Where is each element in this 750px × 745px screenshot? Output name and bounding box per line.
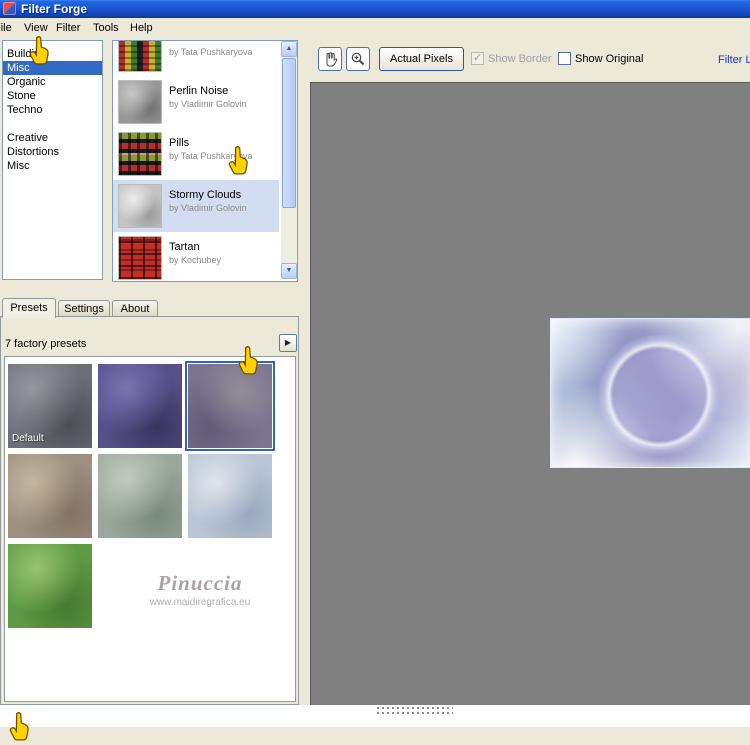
- window-title: Filter Forge: [21, 2, 88, 16]
- actual-pixels-button[interactable]: Actual Pixels: [379, 47, 464, 71]
- category-organic[interactable]: Organic: [3, 75, 102, 89]
- category-misc-2[interactable]: Misc: [3, 159, 102, 173]
- preset-default-label: Default: [12, 433, 44, 444]
- show-original-label: Show Original: [575, 53, 644, 65]
- zoom-tool-button[interactable]: [346, 47, 370, 71]
- hand-tool-button[interactable]: [318, 47, 342, 71]
- magnifier-plus-icon: [351, 52, 365, 66]
- filter-name: Tartan: [169, 241, 200, 253]
- filter-list-scrollbar[interactable]: ▲ ▼: [281, 41, 297, 279]
- filter-author: by Tata Pushkaryova: [169, 47, 253, 57]
- category-group-gap: [3, 117, 102, 131]
- category-stone[interactable]: Stone: [3, 89, 102, 103]
- filter-author: by Vladimir Golovin: [169, 203, 247, 213]
- watermark-name: Pinuccia: [157, 571, 243, 595]
- title-bar[interactable]: Filter Forge: [0, 0, 750, 18]
- presets-next-arrow-button[interactable]: ▶: [279, 334, 297, 352]
- filter-thumbnail-perlin-noise: [118, 80, 162, 124]
- scroll-up-icon[interactable]: ▲: [281, 41, 297, 57]
- filter-thumbnail-stormy-clouds: [118, 184, 162, 228]
- filter-row-tartan[interactable]: Tartan by Kochubey: [113, 232, 279, 281]
- tab-presets[interactable]: Presets: [2, 298, 56, 318]
- filter-name: Perlin Noise: [169, 85, 229, 97]
- scroll-down-icon[interactable]: ▼: [281, 263, 297, 279]
- show-border-label: Show Border: [488, 53, 552, 65]
- filter-row-clipped[interactable]: by Tata Pushkaryova: [113, 41, 279, 76]
- filter-thumbnail-mosaic: [118, 41, 162, 72]
- menu-help[interactable]: Help: [127, 21, 156, 35]
- filter-row-perlin-noise[interactable]: Perlin Noise by Vladimir Golovin: [113, 76, 279, 128]
- category-list: Building Misc Organic Stone Techno Creat…: [2, 40, 103, 280]
- filter-row-pills[interactable]: Pills by Tata Pushkaryova: [113, 128, 279, 180]
- preset-tile-5[interactable]: [98, 454, 182, 538]
- app-icon: [3, 2, 16, 15]
- bottom-strip: [0, 705, 750, 727]
- show-original-checkbox[interactable]: [558, 52, 571, 65]
- grip-dots: [377, 707, 453, 714]
- preview-canvas[interactable]: [310, 82, 750, 705]
- category-distortions[interactable]: Distortions: [3, 145, 102, 159]
- presets-count-label: 7 factory presets: [5, 338, 87, 350]
- tab-settings[interactable]: Settings: [58, 300, 110, 317]
- preset-tile-7[interactable]: [8, 544, 92, 628]
- category-misc-selected[interactable]: Misc: [3, 61, 102, 75]
- preset-tile-3-selected[interactable]: [188, 364, 272, 448]
- preview-image[interactable]: [550, 318, 750, 468]
- filter-author: by Kochubey: [169, 255, 222, 265]
- tab-about[interactable]: About: [112, 300, 158, 317]
- preset-tile-4[interactable]: [8, 454, 92, 538]
- filter-row-stormy-clouds[interactable]: Stormy Clouds by Vladimir Golovin: [113, 180, 279, 232]
- filter-forge-window: { "window": { "title": "Filter Forge" },…: [0, 0, 750, 741]
- category-creative[interactable]: Creative: [3, 131, 102, 145]
- category-techno[interactable]: Techno: [3, 103, 102, 117]
- filter-author: by Tata Pushkaryova: [169, 151, 253, 161]
- filter-library-link[interactable]: Filter Li: [718, 54, 750, 66]
- filter-thumbnail-tartan: [118, 236, 162, 280]
- presets-panel: 7 factory presets ▶ Default Pinuccia www…: [0, 316, 299, 705]
- category-building[interactable]: Building: [3, 47, 102, 61]
- preset-tile-6[interactable]: [188, 454, 272, 538]
- menu-bar: File View Filter Tools Help: [0, 18, 750, 38]
- menu-tools[interactable]: Tools: [90, 21, 122, 35]
- menu-view[interactable]: View: [21, 21, 51, 35]
- filter-author: by Vladimir Golovin: [169, 99, 247, 109]
- filter-thumbnail-pills: [118, 132, 162, 176]
- watermark-url: www.maidiregrafica.eu: [149, 597, 251, 608]
- hand-icon: [326, 52, 338, 67]
- filter-list: by Tata Pushkaryova Perlin Noise by Vlad…: [112, 40, 298, 282]
- menu-file[interactable]: File: [0, 21, 15, 35]
- scrollbar-thumb[interactable]: [282, 58, 296, 208]
- preset-tile-default[interactable]: Default: [8, 364, 92, 448]
- presets-grid: Default Pinuccia www.maidiregrafica.eu: [4, 356, 296, 702]
- preview-toolbar: Actual Pixels Show Border Show Original …: [310, 38, 750, 82]
- menu-filter[interactable]: Filter: [53, 21, 83, 35]
- filter-name: Stormy Clouds: [169, 189, 242, 201]
- filter-name: Pills: [169, 137, 190, 149]
- show-border-checkbox[interactable]: [471, 51, 484, 65]
- preset-tile-2[interactable]: [98, 364, 182, 448]
